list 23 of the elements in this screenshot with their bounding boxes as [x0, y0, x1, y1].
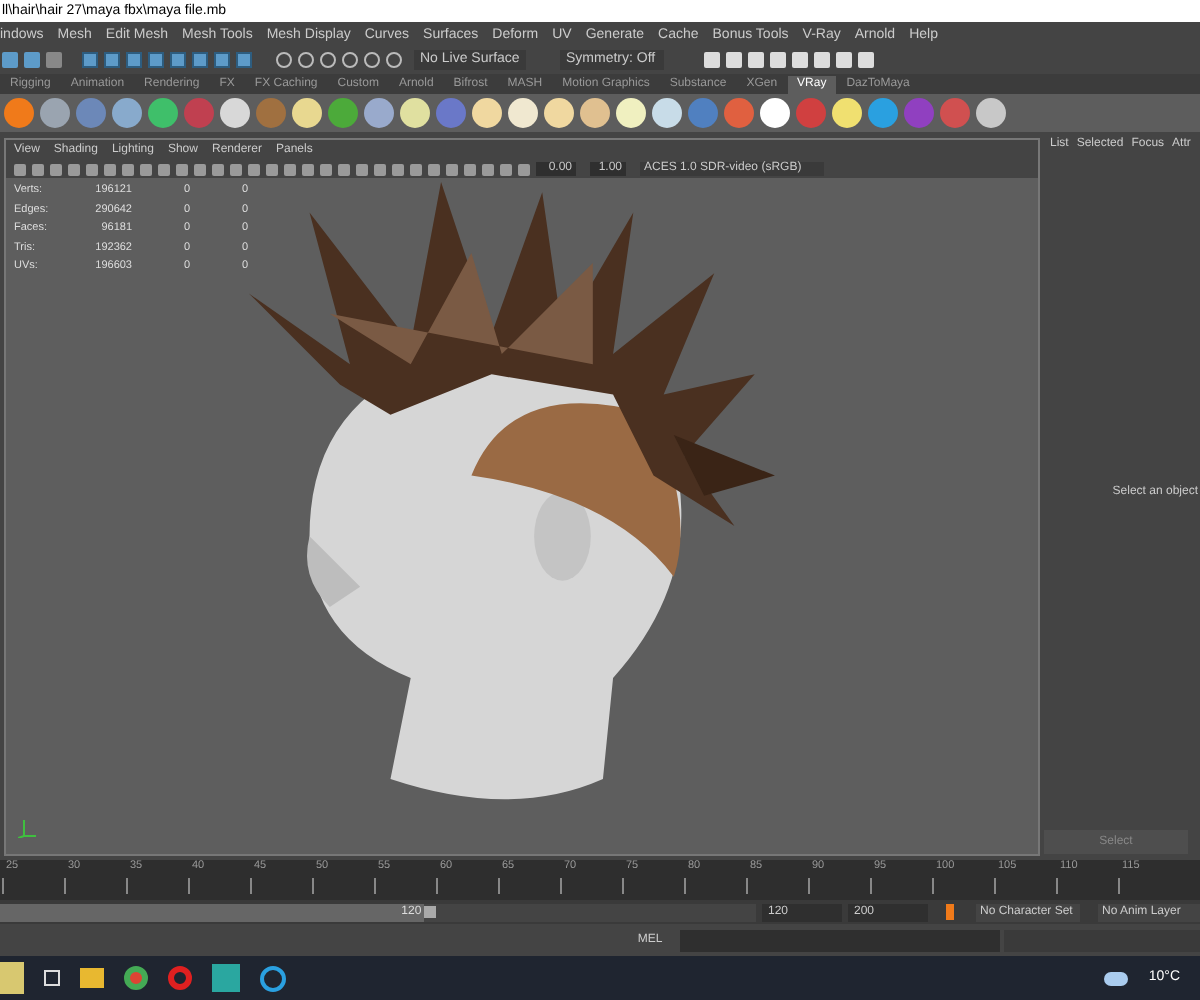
- cloud-icon: [1104, 971, 1129, 985]
- shelf-tool-icon[interactable]: [760, 98, 790, 128]
- start-icon[interactable]: [0, 962, 24, 994]
- shelf-tool-icon[interactable]: [472, 98, 502, 128]
- app-icon[interactable]: [260, 965, 286, 991]
- shelf-tool-icon[interactable]: [616, 98, 646, 128]
- shelf-tool-icon[interactable]: [112, 98, 142, 128]
- shelf-tool-icon[interactable]: [148, 98, 178, 128]
- shelf-tool-icon[interactable]: [580, 98, 610, 128]
- shelf-tool-icon[interactable]: [220, 98, 250, 128]
- shelf-tool-icon[interactable]: [400, 98, 430, 128]
- shelf-tool-icon[interactable]: [976, 98, 1006, 128]
- task-view-icon[interactable]: [44, 970, 60, 986]
- shelf-tool-icon[interactable]: [832, 98, 862, 128]
- browser-icon[interactable]: [168, 966, 192, 990]
- shelf-tool-icon[interactable]: [292, 98, 322, 128]
- browser-icon[interactable]: [124, 966, 148, 990]
- shelf-tool-icon[interactable]: [544, 98, 574, 128]
- shelf-tool-icon[interactable]: [364, 98, 394, 128]
- axis-icon: [18, 818, 36, 838]
- shelf-tool-icon[interactable]: [508, 98, 538, 128]
- shelf-tool-icon[interactable]: [40, 98, 70, 128]
- shelf-tool-icon[interactable]: [652, 98, 682, 128]
